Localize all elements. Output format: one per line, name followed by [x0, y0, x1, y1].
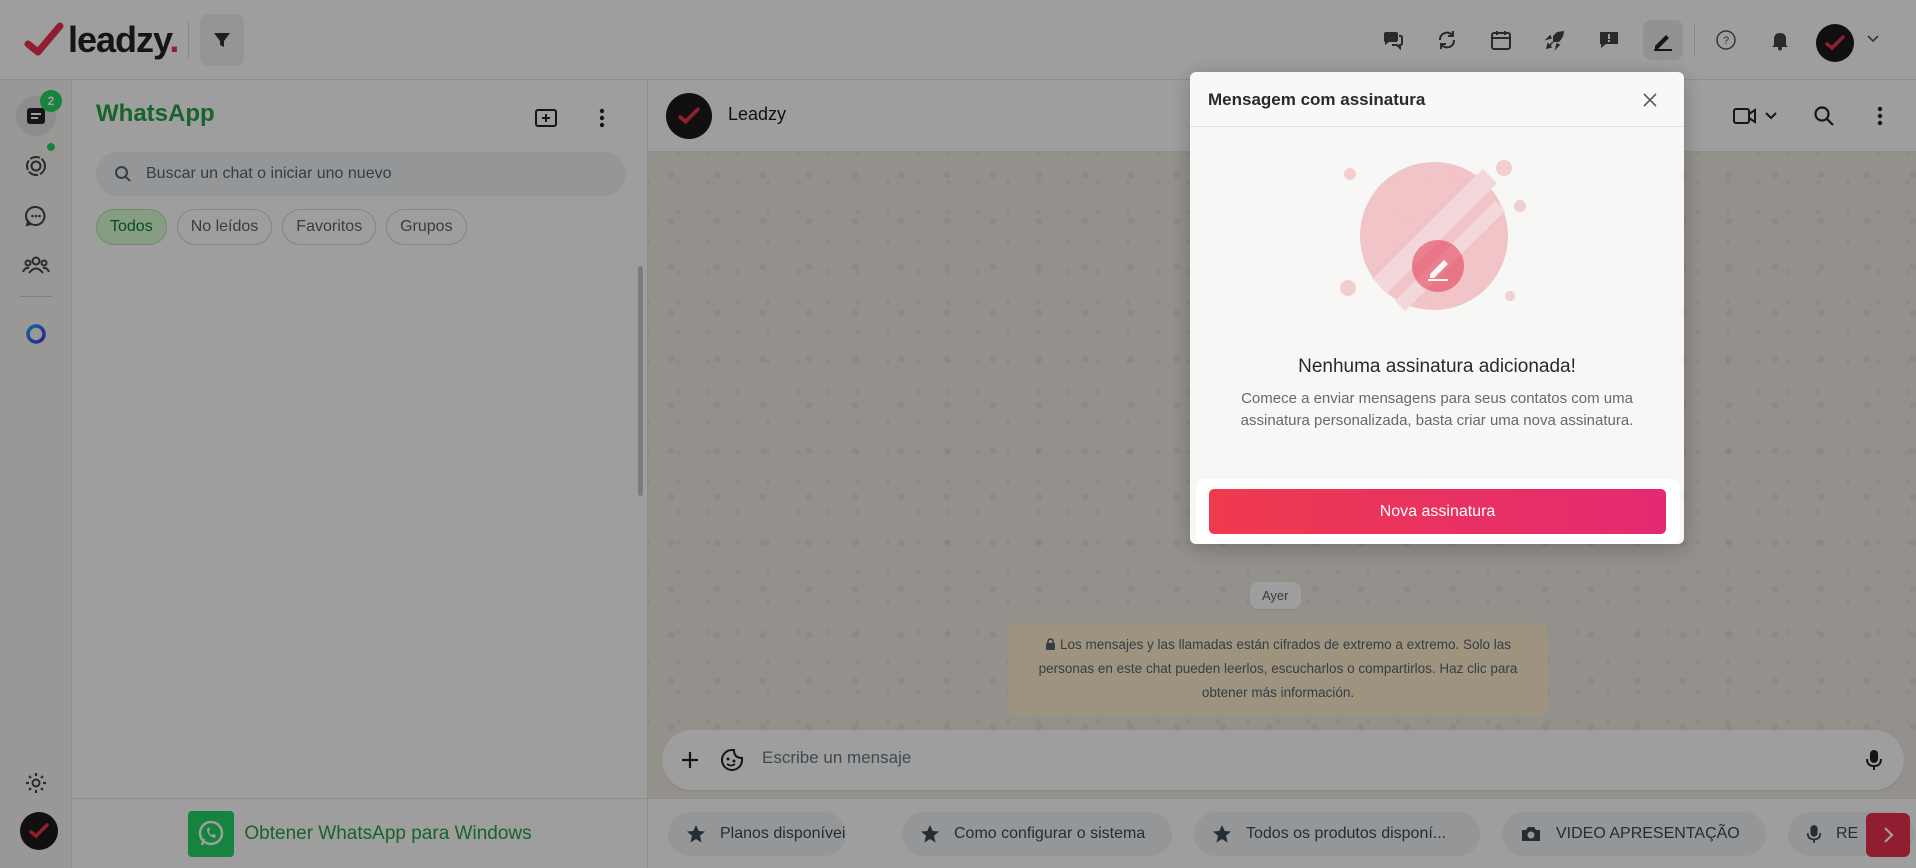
modal-title: Mensagem com assinatura: [1208, 90, 1426, 109]
modal-close-button[interactable]: [1638, 88, 1662, 112]
modal-header: Mensagem com assinatura: [1190, 72, 1684, 127]
close-icon: [1643, 93, 1657, 107]
signature-modal: Mensagem com assinatura Nenhuma assinatu…: [1190, 72, 1684, 544]
new-signature-button[interactable]: Nova assinatura: [1209, 489, 1666, 534]
empty-signature-illustration: [1340, 160, 1526, 311]
empty-state-title: Nenhuma assinatura adicionada!: [1298, 356, 1576, 377]
empty-state-description: Comece a enviar mensagens para seus cont…: [1240, 390, 1634, 429]
